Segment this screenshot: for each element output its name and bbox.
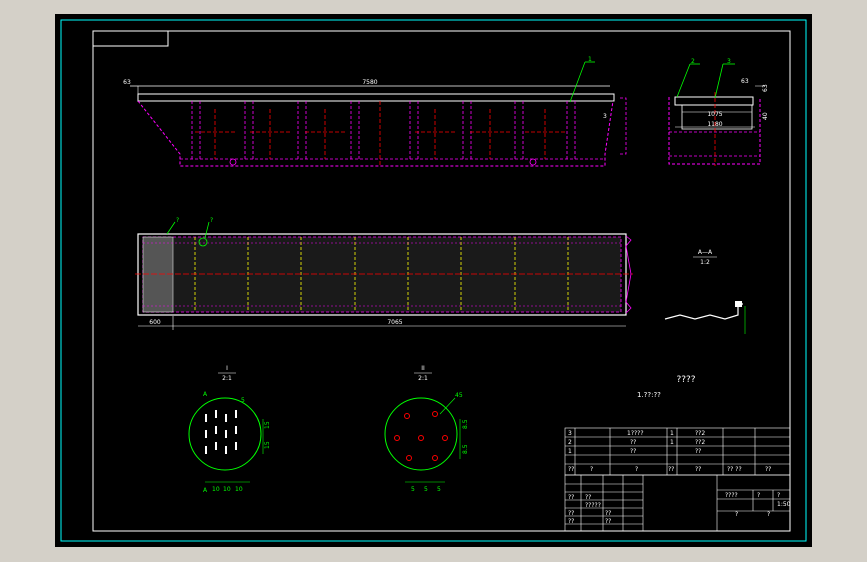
dim-7580: 7580 (362, 79, 377, 86)
balloon-plan-b: ? (210, 217, 213, 224)
detail-2: II 2:1 5 5 5 8.5 8.5 45 (384, 365, 469, 493)
balloon-plan-a: ? (176, 217, 179, 224)
tb-left-0: ?? (568, 494, 574, 501)
detail-1-dim-e: 15 (264, 441, 271, 449)
tb-left-3: ?? (568, 510, 574, 517)
row2-qty: 1 (670, 439, 674, 446)
detail-1-dim-b: 10 (223, 486, 231, 493)
cad-drawing: 7580 63 1 3 1075 1180 2 3 63 63 40 600 7… (60, 19, 807, 542)
dim-63-right: 63 (762, 84, 769, 92)
detail-1-dim-f: 5 (241, 397, 245, 404)
detail-2-dim-d: 8.5 (462, 419, 469, 429)
title-block-right: ???? ? ? 1:50 ? ? (725, 492, 791, 518)
code-box (92, 30, 169, 47)
detail-1-marker-top: A (203, 391, 208, 398)
dim-1180: 1180 (707, 121, 722, 128)
detail-2-dim-e: 8.5 (462, 444, 469, 454)
detail-2-dim-a: 5 (411, 486, 415, 493)
detail-1-dim-d: 15 (264, 421, 271, 429)
dim-600: 600 (149, 319, 161, 326)
detail-2-scale: 2:1 (418, 375, 428, 382)
detail-1-title: I (226, 365, 228, 372)
row2-mat: ??2 (695, 439, 705, 446)
row1-mat: ?? (695, 448, 701, 455)
row3-qty: 1 (670, 430, 674, 437)
tb-right-1: ? (757, 492, 760, 499)
detail-2-title: II (421, 365, 425, 372)
tb-left-6: ?? (605, 518, 611, 525)
tb-right-5: ? (767, 511, 770, 518)
front-view: 7580 63 1 3 (123, 56, 627, 167)
detail-1-marker-bottom: A (203, 487, 208, 494)
row3-no: 3 (568, 430, 572, 437)
plan-view: 600 7065 ? ? (135, 217, 633, 330)
tb-right-4: ? (735, 511, 738, 518)
tb-right-3: 1:50 (777, 501, 791, 508)
detail-1: I 2:1 10 10 10 15 15 5 A A (188, 365, 271, 494)
hdr-weight: ?? ?? (727, 466, 742, 473)
parts-rows: 3 1???? 1 ??2 2 ?? 1 ??2 1 ?? ?? ?? ? ? … (568, 430, 771, 473)
section-aa-scale: 1:2 (700, 259, 710, 266)
row2-no: 2 (568, 439, 572, 446)
row2-name: ?? (630, 439, 636, 446)
hdr-code: ? (590, 466, 593, 473)
balloon-3-ref: 3 (603, 113, 607, 120)
notes-line: 1.??:?? (637, 391, 661, 399)
detail-1-dim-c: 10 (235, 486, 243, 493)
title-block-left: ?? ?? ????? ?? ?? ?? ?? (568, 494, 611, 525)
tb-left-4: ?? (605, 510, 611, 517)
parts-table (564, 427, 791, 476)
row1-name: ?? (630, 448, 636, 455)
detail-1-scale: 2:1 (222, 375, 232, 382)
tb-left-2: ????? (585, 502, 601, 509)
detail-2-dim-f: 45 (455, 392, 463, 399)
section-aa-title: A—A (698, 249, 713, 256)
detail-2-dim-c: 5 (437, 486, 441, 493)
row1-no: 1 (568, 448, 572, 455)
row3-mat: ??2 (695, 430, 705, 437)
dim-1075: 1075 (707, 111, 722, 118)
hdr-name: ? (635, 466, 638, 473)
side-view: 1075 1180 2 3 63 63 40 (668, 58, 769, 166)
balloon-1: 1 (588, 56, 592, 63)
hdr-note: ?? (765, 466, 771, 473)
hdr-no: ?? (568, 466, 574, 473)
detail-1-dim-a: 10 (212, 486, 220, 493)
dim-40: 40 (762, 112, 769, 120)
hdr-mat: ?? (695, 466, 701, 473)
tb-left-5: ?? (568, 518, 574, 525)
top-beam (137, 93, 615, 102)
drawing-sheet: 7580 63 1 3 1075 1180 2 3 63 63 40 600 7… (55, 14, 812, 547)
tb-right-2: ? (777, 492, 780, 499)
hdr-qty: ?? (668, 466, 674, 473)
balloon-3: 3 (727, 58, 731, 65)
tb-left-1: ?? (585, 494, 591, 501)
notes-heading: ???? (676, 375, 695, 385)
row3-name: 1???? (627, 430, 644, 437)
section-aa: A—A 1:2 (664, 249, 746, 334)
dim-7065: 7065 (387, 319, 402, 326)
dim-63-side: 63 (741, 78, 749, 85)
tb-right-0: ???? (725, 492, 738, 499)
balloon-2: 2 (691, 58, 695, 65)
detail-2-dim-b: 5 (424, 486, 428, 493)
dim-63-left: 63 (123, 79, 131, 86)
